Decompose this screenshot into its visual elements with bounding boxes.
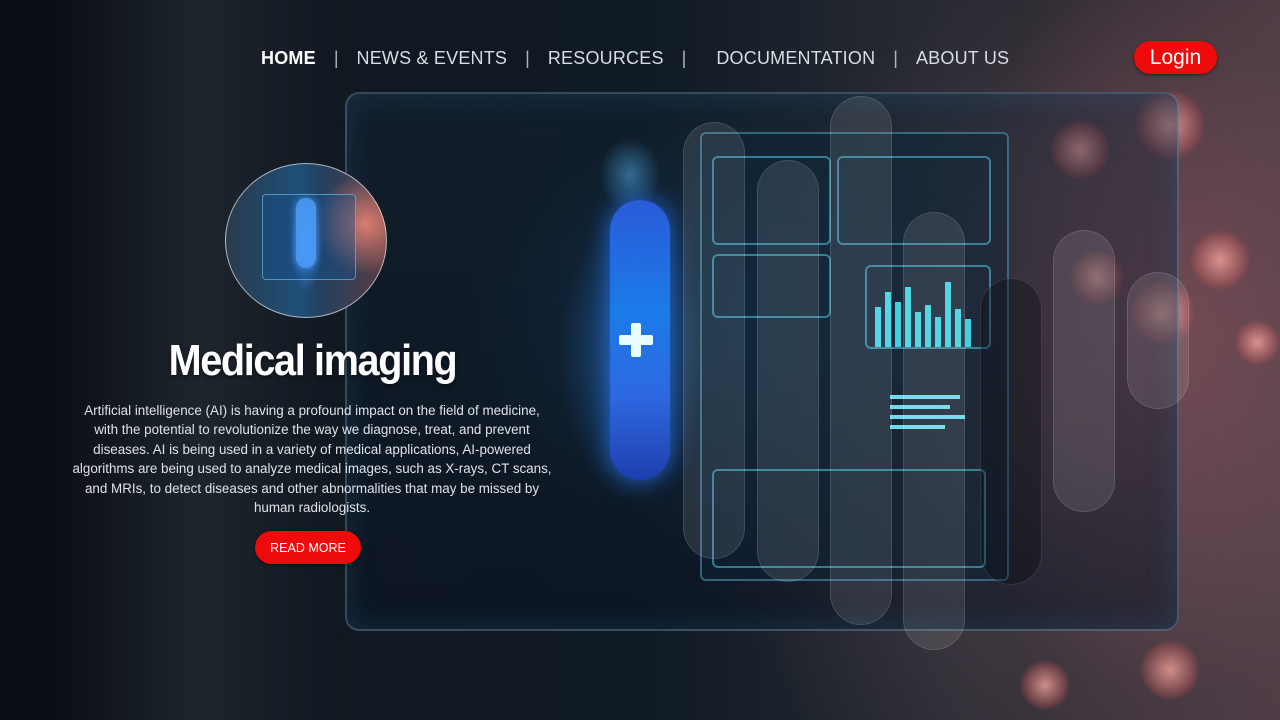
decorative-pill	[830, 96, 892, 625]
decorative-pill	[1053, 230, 1115, 512]
decorative-pill	[903, 212, 965, 650]
hero-title: Medical imaging	[168, 336, 458, 385]
nav-item-news-events[interactable]: NEWS & EVENTS	[357, 48, 508, 69]
decorative-pill	[757, 160, 819, 582]
nav-item-home[interactable]: HOME	[261, 48, 316, 69]
bokeh-light	[1235, 320, 1280, 365]
read-more-button[interactable]: READ MORE	[255, 531, 361, 564]
decorative-pill	[980, 278, 1042, 585]
hero-description: Artificial intelligence (AI) is having a…	[72, 403, 552, 516]
nav-item-documentation[interactable]: DOCUMENTATION	[716, 48, 875, 69]
decorative-pill	[683, 122, 745, 559]
decorative-pill	[1127, 272, 1189, 409]
main-nav: HOME | NEWS & EVENTS | RESOURCES | DOCUM…	[261, 46, 1009, 70]
nav-item-about-us[interactable]: ABOUT US	[916, 48, 1009, 69]
bokeh-light	[1140, 640, 1200, 700]
login-button[interactable]: Login	[1134, 41, 1217, 74]
nav-separator: |	[525, 47, 530, 68]
chart-bar	[965, 319, 971, 347]
chart-bar	[895, 302, 901, 347]
medical-imaging-thumbnail	[225, 163, 387, 318]
thumbnail-body-figure	[296, 198, 316, 268]
nav-item-resources[interactable]: RESOURCES	[548, 48, 664, 69]
nav-separator: |	[893, 47, 898, 68]
nav-separator: |	[333, 47, 339, 68]
nav-separator: |	[681, 47, 687, 68]
bokeh-light	[1020, 660, 1070, 710]
bokeh-light	[1190, 230, 1250, 290]
